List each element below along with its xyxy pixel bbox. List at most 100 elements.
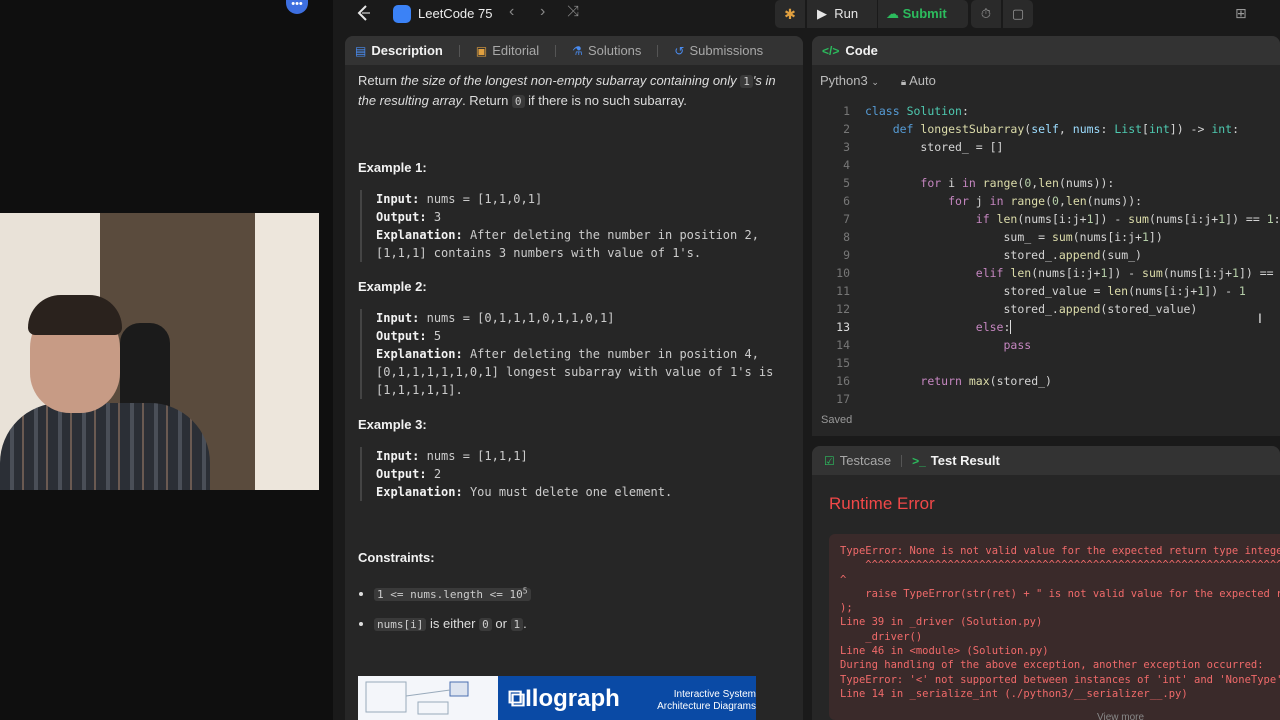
intro-text: . Return [462, 93, 512, 108]
constraint-item: 1 <= nums.length <= 105 [374, 581, 778, 604]
constraint-text: or [491, 615, 511, 631]
code-panel: </> Code Python3 ⌄ 🔒︎ Auto 1 class Soluti… [812, 36, 1280, 436]
study-plan-title[interactable]: LeetCode 75 [418, 6, 492, 21]
code-line: 15 [836, 356, 850, 370]
code-icon: </> [822, 43, 840, 58]
more-options-icon[interactable]: ••• [286, 0, 308, 14]
ad-banner[interactable]: ⧉Ilograph Interactive System Architectur… [358, 676, 756, 720]
example-title: Example 2: [358, 279, 427, 294]
explanation-label: Explanation: [376, 485, 463, 499]
tab-label: Testcase [839, 453, 892, 468]
top-nav: LeetCode 75 ‹ › ⤨ ✱ ▶ Run ☁ Submit ⏱ ▢ ⊞ [333, 0, 1280, 28]
view-more-link[interactable]: View more [1097, 712, 1144, 720]
code-line: 10 elif len(nums[i:j+1]) - sum(nums[i:j+… [836, 266, 1280, 280]
inline-code: 1 <= nums.length <= 105 [374, 586, 531, 601]
next-problem-button[interactable]: › [540, 3, 545, 21]
tab-submissions[interactable]: ↺ Submissions [674, 43, 763, 58]
tab-test-result[interactable]: >_ Test Result [912, 453, 1000, 468]
code-line: 4 [843, 158, 850, 172]
input-label: Input: [376, 311, 420, 325]
webcam-overlay [0, 213, 319, 490]
notes-icon[interactable]: ▢ [1003, 0, 1033, 28]
prev-problem-button[interactable]: ‹ [509, 3, 514, 21]
code-line: 2 def longestSubarray(self, nums: List[i… [843, 122, 1240, 136]
example-block: Input: nums = [0,1,1,1,0,1,1,0,1] Output… [360, 309, 778, 399]
shuffle-icon[interactable]: ⤨ [567, 3, 579, 20]
language-label: Python3 [820, 72, 868, 88]
study-plan-icon[interactable] [393, 5, 411, 23]
code-line: 8 sum_ = sum(nums[i:j+1]) [843, 230, 1163, 244]
ad-logo: ⧉Ilograph [508, 685, 620, 712]
error-output: TypeError: None is not valid value for t… [829, 534, 1280, 720]
document-icon: ▤ [355, 43, 367, 58]
leetcode-logo-icon[interactable] [355, 4, 373, 22]
submit-button[interactable]: ☁ Submit [878, 0, 968, 28]
auto-mode[interactable]: 🔒︎ Auto [901, 73, 936, 88]
code-header: </> Code [812, 36, 1280, 65]
code-editor[interactable]: 1 class Solution: 2 def longestSubarray(s… [812, 102, 1280, 406]
tab-label: Editorial [492, 43, 540, 58]
example-output: 5 [433, 329, 442, 343]
description-tabs: ▤ Description ▣ Editorial ⚗ Solutions ↺ … [345, 36, 803, 65]
panel-resize-handle[interactable] [812, 440, 1280, 442]
run-button[interactable]: ▶ Run [807, 0, 877, 28]
flask-icon: ⚗ [572, 43, 583, 58]
constraint-text: is either [426, 615, 480, 631]
result-status: Runtime Error [829, 494, 935, 513]
inline-code: 0 [511, 95, 525, 108]
tab-solutions[interactable]: ⚗ Solutions [572, 43, 641, 58]
code-line: 5 for i in range(0,len(nums)): [843, 176, 1115, 190]
code-title: Code [845, 43, 878, 58]
output-label: Output: [376, 467, 427, 481]
input-label: Input: [376, 449, 420, 463]
code-line: 14 pass [836, 338, 1032, 352]
code-line: 16 return max(stored_) [836, 374, 1052, 388]
input-label: Input: [376, 192, 420, 206]
language-select[interactable]: Python3 ⌄ [820, 73, 879, 88]
constraints-title: Constraints: [358, 550, 435, 565]
checkbox-icon: ☑ [824, 453, 835, 468]
layout-icon[interactable]: ⊞ [1235, 5, 1247, 22]
tab-description[interactable]: ▤ Description [355, 43, 443, 58]
tab-label: Description [371, 43, 443, 58]
constraint-code: 1 <= nums.length <= 10 [377, 587, 523, 601]
example-output: 3 [433, 210, 442, 224]
debug-icon[interactable]: ✱ [775, 0, 805, 28]
language-bar: Python3 ⌄ 🔒︎ Auto [812, 65, 1280, 95]
book-icon: ▣ [475, 43, 488, 58]
code-line: 17 [836, 392, 850, 406]
test-result-panel: ☑ Testcase >_ Test Result Runtime Error … [812, 446, 1280, 720]
tab-testcase[interactable]: ☑ Testcase [824, 453, 891, 468]
tab-editorial[interactable]: ▣ Editorial [476, 43, 539, 58]
saved-status: Saved [821, 414, 853, 426]
webcam-background [255, 213, 319, 490]
ad-logo-text: Ilograph [525, 685, 620, 712]
example-input: nums = [1,1,1] [426, 449, 528, 463]
constraint-exponent: 5 [522, 586, 528, 595]
tab-divider [657, 44, 659, 57]
output-label: Output: [376, 329, 427, 343]
desktop-background: ••• [0, 0, 333, 720]
code-line: 11 stored_value = len(nums[i:j+1]) - 1 [836, 284, 1246, 298]
example-explanation: You must delete one element. [469, 485, 673, 499]
constraints-list: 1 <= nums.length <= 105 nums[i] is eithe… [374, 581, 778, 634]
tab-divider [901, 454, 903, 467]
description-panel: ▤ Description ▣ Editorial ⚗ Solutions ↺ … [345, 36, 803, 720]
intro-emphasis: the size of the longest non-empty subarr… [400, 73, 741, 88]
inline-code: 0 [479, 617, 492, 631]
intro-text: Return [358, 73, 401, 88]
output-label: Output: [376, 210, 427, 224]
explanation-label: Explanation: [376, 228, 463, 242]
ad-diagram-thumbnail [358, 676, 498, 720]
tab-label: Submissions [689, 43, 764, 58]
code-line: 6 for j in range(0,len(nums)): [843, 194, 1143, 208]
timer-icon[interactable]: ⏱ [971, 0, 1001, 28]
leetcode-window: LeetCode 75 ‹ › ⤨ ✱ ▶ Run ☁ Submit ⏱ ▢ ⊞… [333, 0, 1280, 720]
problem-description: Return the size of the longest non-empty… [358, 71, 778, 634]
mode-label: Auto [909, 72, 936, 88]
constraint-item: nums[i] is either 0 or 1. [374, 614, 778, 634]
result-tabs: ☑ Testcase >_ Test Result [812, 446, 1280, 475]
problem-intro: Return the size of the longest non-empty… [358, 71, 778, 111]
submit-label: Submit [902, 6, 947, 21]
terminal-icon: >_ [912, 453, 926, 468]
